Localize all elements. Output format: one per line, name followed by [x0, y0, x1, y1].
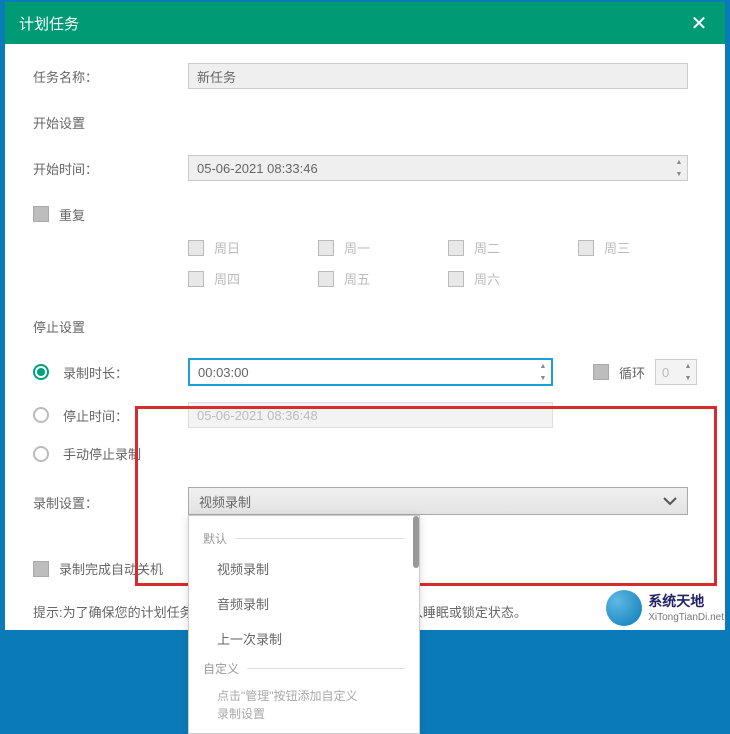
stop-section-header: 停止设置 — [33, 312, 697, 340]
duration-value: 00:03:00 — [190, 365, 535, 380]
duration-label: 录制时长： — [63, 363, 128, 382]
start-header-label: 开始设置 — [33, 113, 85, 132]
stoptime-radio[interactable] — [33, 407, 49, 423]
start-time-input[interactable]: 05-06-2021 08:33:46 ▲ ▼ — [188, 155, 688, 181]
day-fri: 周五 — [318, 269, 370, 288]
option-audio[interactable]: 音频录制 — [189, 586, 419, 621]
titlebar: 计划任务 ✕ — [5, 2, 725, 44]
loop-value: 0 — [656, 365, 680, 380]
day-mon-checkbox[interactable] — [318, 240, 334, 256]
loop-area: 循环 0 ▲ ▼ — [593, 359, 697, 385]
group-custom-label: 自定义 — [189, 656, 419, 681]
task-name-row: 任务名称： — [33, 62, 697, 90]
stoptime-label: 停止时间： — [63, 406, 128, 425]
day-tue-checkbox[interactable] — [448, 240, 464, 256]
custom-hint: 点击"管理"按钮添加自定义 — [189, 681, 419, 705]
tip-prefix: 提示:为了确保您的计划任务 — [33, 605, 193, 620]
record-mode-select[interactable]: 视频录制 — [188, 487, 688, 515]
tip-suffix: 入睡眠或锁定状态。 — [410, 605, 527, 620]
globe-icon — [606, 590, 642, 626]
start-time-value: 05-06-2021 08:33:46 — [189, 161, 671, 176]
watermark-title: 系统天地 — [648, 592, 724, 610]
group-default-label: 默认 — [189, 526, 419, 551]
stop-header-label: 停止设置 — [33, 317, 85, 336]
day-sat: 周六 — [448, 269, 500, 288]
dialog-content: 任务名称： 开始设置 开始时间： 05-06-2021 08:33:46 ▲ ▼… — [5, 44, 725, 631]
manual-option: 手动停止录制 — [33, 444, 188, 463]
start-section-header: 开始设置 — [33, 108, 697, 136]
stoptime-option: 停止时间： — [33, 406, 188, 425]
watermark: 系统天地 XiTongTianDi.net — [606, 590, 724, 626]
day-sun: 周日 — [188, 238, 240, 257]
loop-label: 循环 — [619, 363, 645, 382]
day-wed: 周三 — [578, 238, 630, 257]
days-row-2: 周四 周五 周六 — [33, 269, 697, 288]
days-row-1: 周日 周一 周二 周三 — [33, 238, 697, 257]
duration-option: 录制时长： — [33, 363, 188, 382]
record-mode-dropdown: 视频录制 默认 视频录制 音频录制 上一次录制 自定义 点击"管理"按钮添加自定… — [188, 487, 688, 515]
spinner-up-icon[interactable]: ▲ — [535, 360, 551, 372]
repeat-checkbox[interactable] — [33, 206, 49, 222]
duration-radio[interactable] — [33, 364, 49, 380]
repeat-row: 重复 — [33, 200, 697, 228]
dialog-title: 计划任务 — [19, 13, 79, 34]
duration-input[interactable]: 00:03:00 ▲ ▼ — [188, 358, 553, 386]
day-thu: 周四 — [188, 269, 240, 288]
watermark-url: XiTongTianDi.net — [648, 611, 724, 624]
manual-radio[interactable] — [33, 446, 49, 462]
scrollbar-thumb[interactable] — [413, 516, 419, 568]
spinner-up-icon[interactable]: ▲ — [680, 360, 696, 372]
day-mon: 周一 — [318, 238, 370, 257]
stoptime-value: 05-06-2021 08:36:48 — [189, 408, 326, 423]
manual-label: 手动停止录制 — [63, 444, 141, 463]
dialog-window: 计划任务 ✕ 任务名称： 开始设置 开始时间： 05-06-2021 08:33… — [5, 2, 725, 630]
chevron-down-icon — [663, 494, 677, 509]
day-wed-checkbox[interactable] — [578, 240, 594, 256]
custom-hint-2: 录制设置 — [189, 705, 419, 723]
option-video[interactable]: 视频录制 — [189, 551, 419, 586]
manual-row: 手动停止录制 — [33, 444, 697, 463]
record-settings-label: 录制设置： — [33, 487, 188, 512]
day-sun-checkbox[interactable] — [188, 240, 204, 256]
day-tue: 周二 — [448, 238, 500, 257]
auto-shutdown-checkbox[interactable] — [33, 561, 49, 577]
close-icon[interactable]: ✕ — [687, 11, 711, 36]
auto-shutdown-label: 录制完成自动关机 — [59, 559, 163, 578]
start-time-row: 开始时间： 05-06-2021 08:33:46 ▲ ▼ — [33, 154, 697, 182]
task-name-input[interactable] — [188, 63, 688, 89]
task-name-label: 任务名称： — [33, 67, 188, 86]
loop-checkbox[interactable] — [593, 364, 609, 380]
day-fri-checkbox[interactable] — [318, 271, 334, 287]
record-settings-row: 录制设置： 视频录制 默认 视频录制 音频录制 上一次录制 自定义 点击"管理"… — [33, 487, 697, 515]
repeat-label: 重复 — [59, 205, 85, 224]
record-mode-selected: 视频录制 — [199, 492, 251, 511]
day-thu-checkbox[interactable] — [188, 271, 204, 287]
start-time-label: 开始时间： — [33, 159, 188, 178]
duration-row: 录制时长： 00:03:00 ▲ ▼ 循环 0 ▲ ▼ — [33, 358, 697, 386]
spinner-down-icon[interactable]: ▼ — [680, 372, 696, 384]
loop-count-input[interactable]: 0 ▲ ▼ — [655, 359, 697, 385]
record-mode-panel: 默认 视频录制 音频录制 上一次录制 自定义 点击"管理"按钮添加自定义 录制设… — [188, 515, 420, 734]
spinner-up-icon[interactable]: ▲ — [671, 156, 687, 168]
spinner-down-icon[interactable]: ▼ — [671, 168, 687, 180]
spinner-down-icon[interactable]: ▼ — [535, 372, 551, 384]
day-sat-checkbox[interactable] — [448, 271, 464, 287]
option-last[interactable]: 上一次录制 — [189, 621, 419, 656]
stoptime-row: 停止时间： 05-06-2021 08:36:48 — [33, 402, 697, 428]
stoptime-input: 05-06-2021 08:36:48 — [188, 402, 553, 428]
